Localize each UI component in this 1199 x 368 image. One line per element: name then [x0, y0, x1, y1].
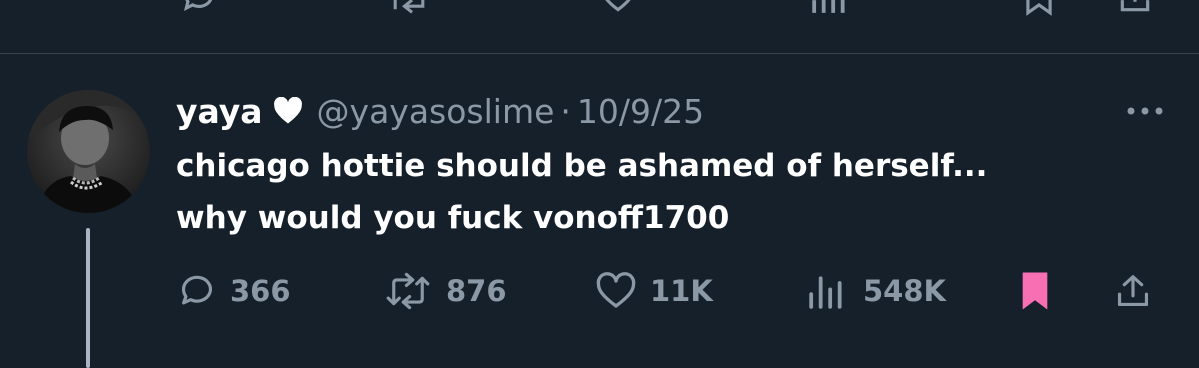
bookmark-button[interactable] [1021, 266, 1049, 316]
avatar[interactable] [27, 90, 150, 213]
share-icon [1114, 272, 1152, 310]
like-count: 11K [650, 274, 713, 308]
views-icon[interactable] [808, 0, 852, 16]
more-options-button[interactable] [1120, 96, 1170, 126]
share-button[interactable] [1114, 266, 1152, 316]
bookmark-icon [1021, 271, 1049, 311]
user-handle[interactable]: @yayasoslime [317, 92, 555, 131]
separator-dot: · [560, 91, 571, 131]
retweet-button[interactable]: 876 [384, 266, 507, 316]
reply-button[interactable]: 366 [178, 266, 291, 316]
bookmark-icon[interactable] [1022, 0, 1056, 16]
tweet-text-line: why would you fuck vonoff1700 [176, 200, 730, 236]
retweet-icon[interactable] [386, 0, 432, 16]
like-button[interactable]: 11K [596, 266, 713, 316]
tweet-header: yaya @yayasoslime · 10/9/25 [176, 86, 704, 136]
tweet-text: chicago hottie should be ashamed of hers… [176, 140, 1176, 244]
share-icon[interactable] [1116, 0, 1154, 16]
retweet-count: 876 [446, 274, 507, 308]
views-icon [805, 272, 849, 310]
more-options-icon [1125, 106, 1165, 116]
views-button[interactable]: 548K [805, 266, 946, 316]
like-icon [596, 272, 636, 310]
display-name[interactable]: yaya [176, 92, 263, 131]
retweet-icon [384, 272, 432, 310]
tweet-divider [0, 53, 1199, 54]
view-count: 548K [863, 274, 947, 308]
reply-icon[interactable] [180, 0, 218, 16]
tweet-date[interactable]: 10/9/25 [577, 92, 704, 131]
reply-count: 366 [230, 274, 291, 308]
tweet-actions: 366 876 11K 548K [0, 266, 1199, 316]
reply-icon [178, 272, 216, 310]
like-icon[interactable] [598, 0, 638, 16]
heart-icon [273, 97, 303, 125]
tweet-text-line: chicago hottie should be ashamed of hers… [176, 148, 988, 184]
previous-tweet-actions [0, 0, 1199, 18]
